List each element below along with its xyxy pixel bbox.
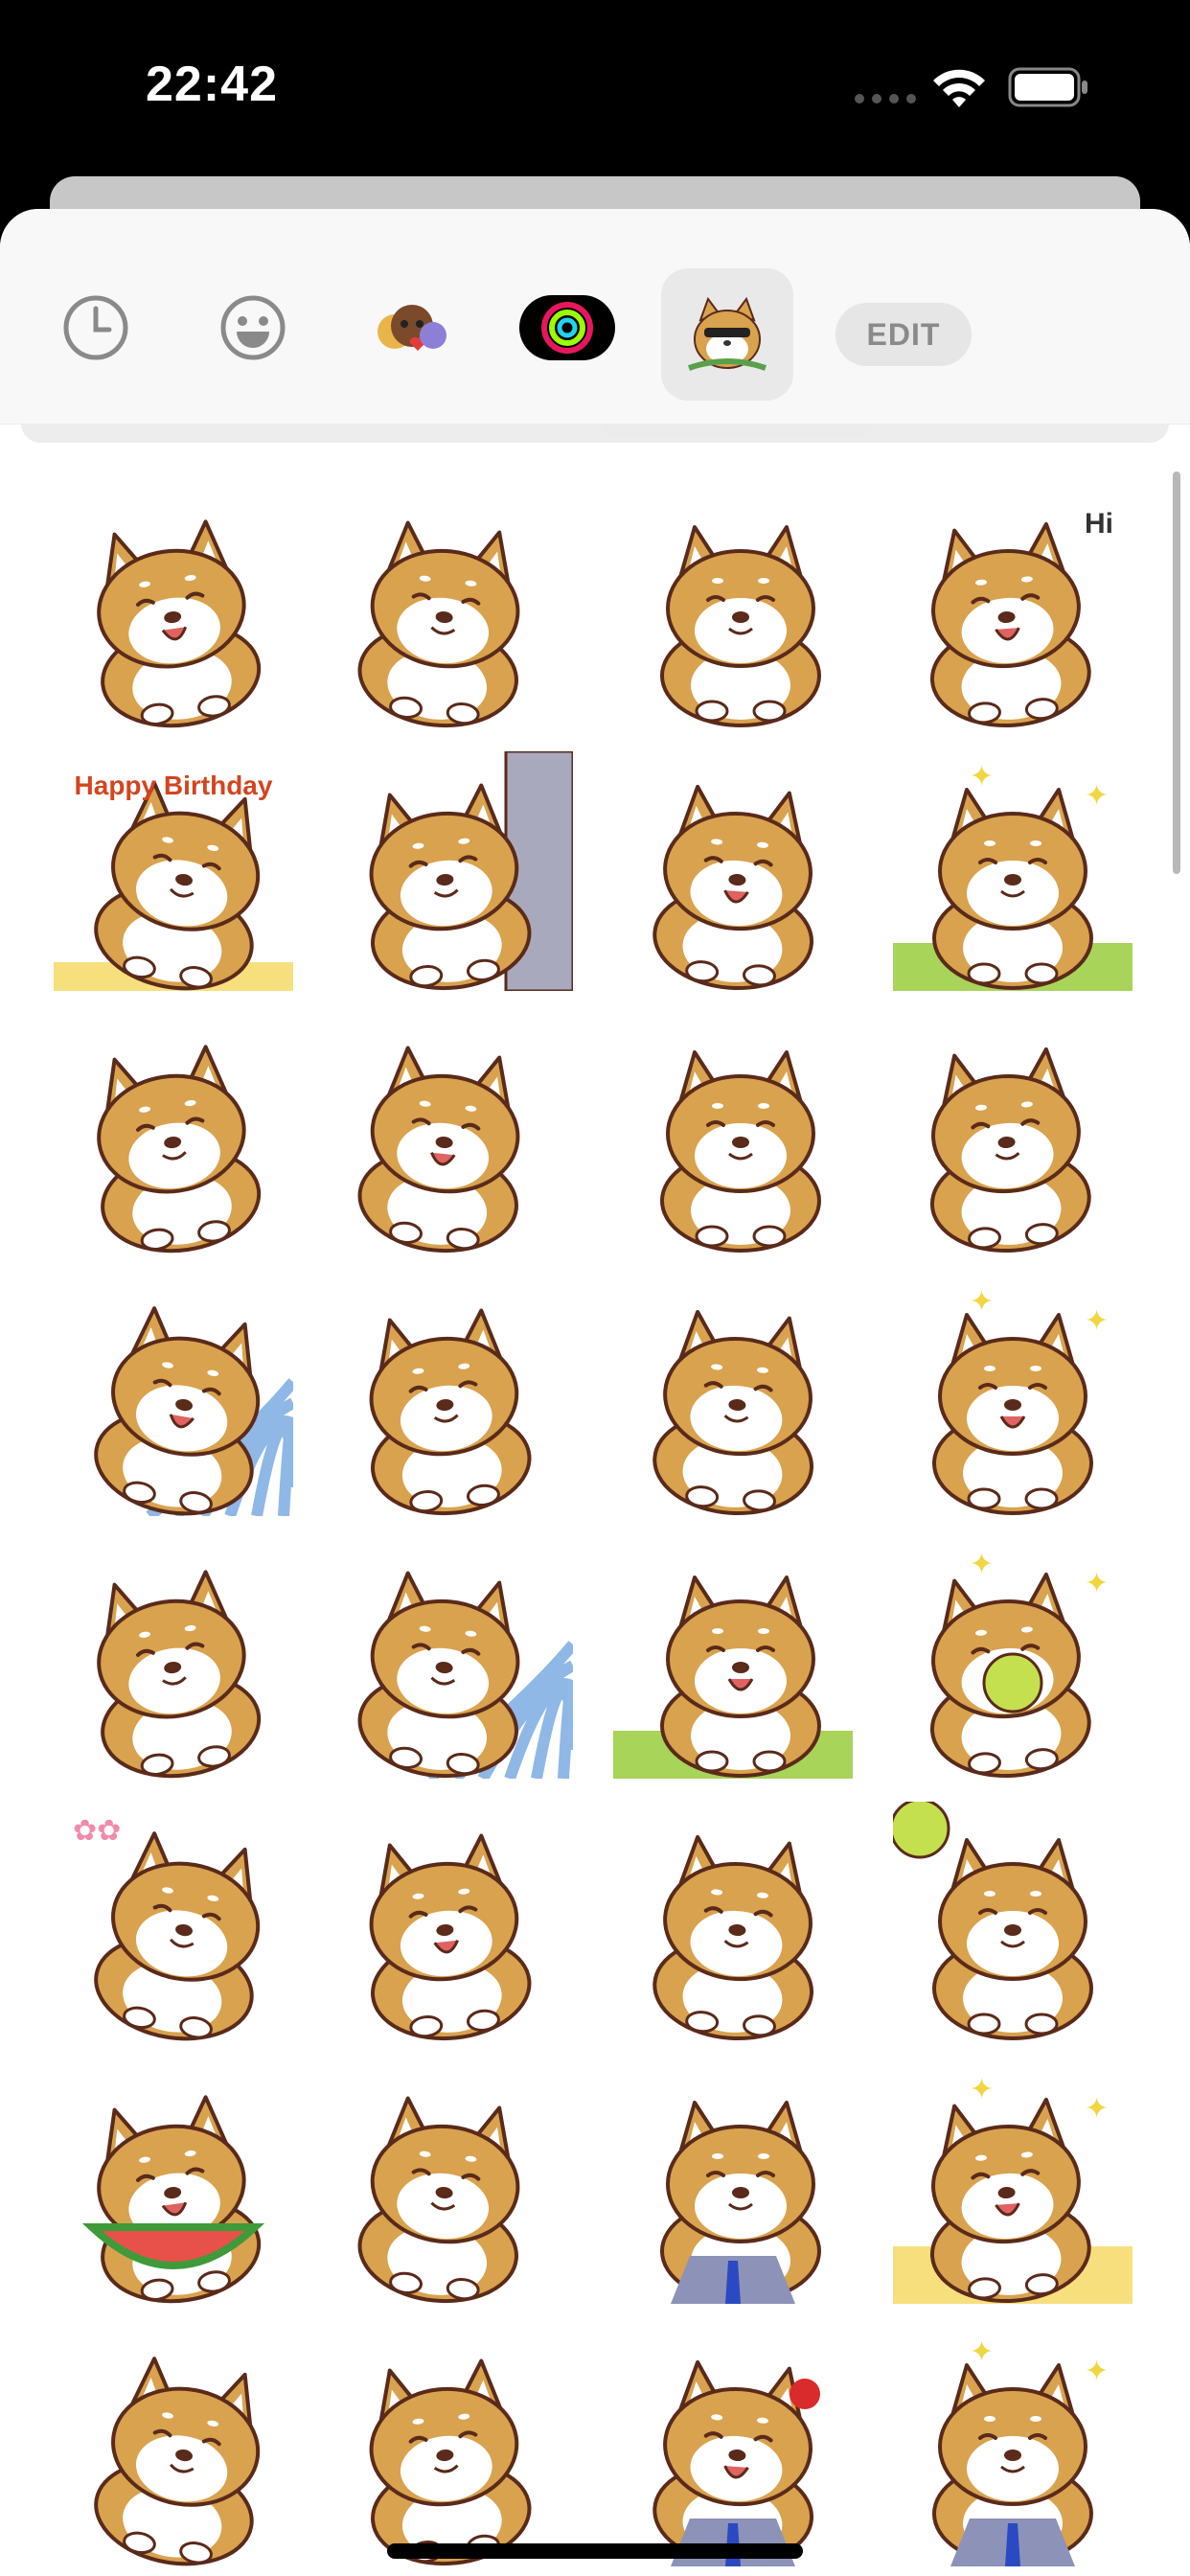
sticker-illustration [369, 751, 573, 991]
sticker-illustration: ✦✦ [932, 2335, 1109, 2566]
sticker-illustration [97, 519, 262, 728]
sticker-flowers-happy[interactable]: ✦ ✦ [893, 751, 1133, 991]
svg-text:✦: ✦ [1085, 2092, 1109, 2126]
status-time: 22:42 [146, 57, 278, 112]
sticker-illustration: ✦✦ [932, 1285, 1109, 1515]
sticker-yawning[interactable] [613, 1802, 853, 2041]
sticker-illustration [81, 2095, 265, 2304]
sticker-grumpy-teeth[interactable] [333, 1276, 573, 1516]
sticker-illustration [357, 520, 520, 728]
sticker-illustration [652, 1834, 814, 2041]
sticker-illustration [369, 2358, 532, 2566]
sticker-illustration [652, 1309, 814, 1516]
sticker-hand-on-face[interactable] [333, 1014, 573, 1254]
sticker-laughing-lying[interactable] [333, 1539, 573, 1779]
sticker-sheet: EDIT Hi Happy Birthday ✦ ✦ ✦ ✦ ✦ ✦ ✿✿ ✦ … [0, 209, 1190, 2576]
sticker-proud-sparkles[interactable]: ✦ ✦ [893, 1276, 1133, 1516]
shiba-sticker-icon [688, 296, 767, 371]
sticker-scroll-area[interactable]: Hi Happy Birthday ✦ ✦ ✦ ✦ ✦ ✦ ✿✿ ✦ ✦ ✦ ✦ [0, 443, 1190, 2576]
selected-tab-indicator [602, 424, 875, 437]
sticker-illustration [660, 525, 821, 727]
activity-rings-icon [519, 295, 615, 360]
sticker-butt-view[interactable] [54, 1539, 293, 1779]
sticker-illustration [369, 1308, 532, 1516]
svg-text:✦: ✦ [970, 1548, 994, 1581]
sticker-category-bar: EDIT [0, 209, 1190, 425]
memoji-icon [378, 305, 446, 351]
sticker-illustration [357, 1046, 520, 1254]
sticker-brown-puppy[interactable]: ✦ ✦ [893, 2064, 1133, 2304]
sticker-sitting-in-hole[interactable] [54, 489, 293, 728]
sticker-ball-catch[interactable] [893, 1802, 1133, 2041]
edit-button[interactable]: EDIT [835, 303, 972, 366]
svg-text:✦: ✦ [970, 2073, 994, 2106]
sticker-illustration: ✦✦ [893, 2073, 1133, 2304]
sticker-watermelon[interactable] [54, 2064, 293, 2304]
tab-shiba-pack[interactable] [661, 268, 793, 401]
sticker-laughing-arms-up[interactable] [613, 489, 853, 728]
sticker-illustration [94, 2357, 261, 2566]
home-indicator[interactable] [387, 2543, 803, 2559]
sticker-buck-teeth[interactable] [333, 1802, 573, 2041]
sticker-illustration [97, 1570, 262, 1779]
sticker-illustration [652, 2359, 820, 2566]
sticker-paws-up[interactable] [54, 2327, 293, 2566]
svg-text:✦: ✦ [1085, 1567, 1109, 1600]
sticker-leash-pulled[interactable] [613, 1014, 853, 1254]
svg-text:✦: ✦ [1085, 1304, 1109, 1338]
sticker-illustration [357, 1571, 573, 1779]
sticker-illustration [94, 1306, 293, 1516]
status-bar: 22:42 [0, 0, 1190, 172]
sticker-caption: Hi [1085, 508, 1113, 540]
sticker-caption: Happy Birthday [74, 770, 273, 800]
sticker-sitting-sad[interactable] [54, 1014, 293, 1254]
sticker-peeking-corner[interactable] [333, 489, 573, 728]
sticker-illustration [97, 1045, 262, 1254]
sticker-hiding-worried[interactable] [613, 1539, 853, 1779]
svg-text:✦: ✦ [970, 1285, 994, 1319]
sticker-office-glasses[interactable] [613, 2064, 853, 2304]
sticker-smug[interactable] [893, 1014, 1133, 1254]
svg-text:✦: ✦ [970, 2335, 994, 2369]
smiley-icon [220, 295, 286, 360]
sticker-blushing-flowers[interactable]: ✿✿ [54, 1802, 293, 2041]
sticker-illustration [660, 2101, 821, 2304]
wifi-icon [933, 69, 985, 107]
sticker-behind-door[interactable] [333, 751, 573, 991]
tabbar-shadow [21, 424, 1169, 443]
sticker-illustration [369, 1833, 532, 2041]
sticker-illustration [613, 1576, 853, 1779]
battery-icon [1008, 67, 1087, 107]
sticker-illustration [893, 1802, 1093, 2040]
signal-dots-icon [855, 94, 916, 104]
sticker-sparkle-eyes[interactable]: ✦ ✦ [893, 2327, 1133, 2566]
svg-text:✦: ✦ [970, 760, 994, 794]
sticker-waving-hi[interactable]: Hi [893, 489, 1133, 728]
sticker-sleeping-blanket[interactable] [54, 1276, 293, 1516]
scroll-indicator[interactable] [1173, 472, 1180, 874]
tab-recents[interactable] [38, 268, 153, 387]
sticker-tennis-ball[interactable]: ✦ ✦ [893, 1539, 1133, 1779]
sticker-angry-fur[interactable] [613, 1276, 853, 1516]
sticker-squished-cheeks[interactable] [333, 2064, 573, 2304]
sticker-shocked-sweat[interactable] [613, 751, 853, 991]
tab-memoji[interactable] [353, 268, 468, 387]
sticker-cheerleader[interactable] [333, 2327, 573, 2566]
sticker-illustration: ✦✦ [893, 760, 1133, 991]
tab-activity[interactable] [510, 268, 625, 387]
sticker-birthday-cake[interactable]: Happy Birthday [54, 751, 293, 991]
sticker-rose-suit[interactable] [613, 2327, 853, 2566]
clock-icon [63, 295, 128, 360]
svg-text:✦: ✦ [1085, 779, 1109, 813]
sticker-illustration: ✿✿ [73, 1814, 261, 2041]
tab-emoji[interactable] [195, 268, 310, 387]
svg-text:✿✿: ✿✿ [73, 1814, 121, 1848]
sticker-illustration [652, 784, 814, 991]
sticker-illustration [357, 2096, 520, 2304]
sticker-grid: Hi Happy Birthday ✦ ✦ ✦ ✦ ✦ ✦ ✿✿ ✦ ✦ ✦ ✦ [54, 489, 1136, 2566]
sticker-illustration: ✦✦ [929, 1548, 1109, 1779]
sticker-illustration [660, 1050, 821, 1253]
sticker-illustration [929, 1046, 1091, 1254]
svg-text:✦: ✦ [1085, 2355, 1109, 2388]
